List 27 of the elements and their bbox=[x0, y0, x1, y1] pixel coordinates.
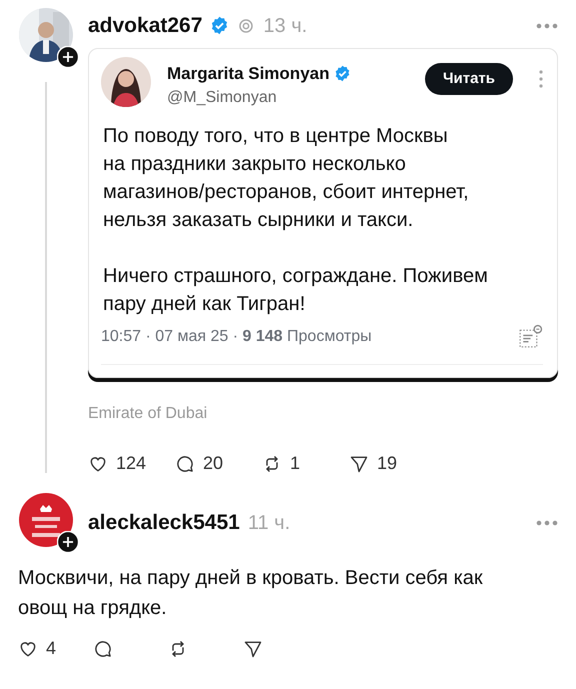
tweet-paragraph: По поводу того, что в центре Москвы на праздники закрыто несколько магазинов/ресторанов, сбоит интернет, нельзя заказать сырники и такси. bbox=[103, 124, 470, 233]
username[interactable]: aleckaleck5451 bbox=[88, 507, 240, 538]
reply-button[interactable]: 20 bbox=[175, 450, 262, 477]
post-time: 13 ч. bbox=[263, 14, 308, 39]
repost-button[interactable]: 1 bbox=[262, 450, 349, 477]
like-button[interactable]: 124 bbox=[88, 450, 175, 477]
location-text: Emirate of Dubai bbox=[88, 404, 208, 424]
ring-icon bbox=[237, 16, 256, 35]
share-icon bbox=[243, 638, 263, 658]
post-text: Москвичи, на пару дней в кровать. Вести себя как овощ на грядке. bbox=[18, 566, 484, 621]
like-button[interactable]: 4 bbox=[18, 635, 93, 662]
follow-button[interactable]: Читать bbox=[424, 62, 513, 95]
reply-icon bbox=[175, 454, 195, 474]
more-icon[interactable] bbox=[536, 22, 558, 29]
more-icon[interactable] bbox=[536, 520, 558, 526]
tweet-meta: 10:57 · 07 мая 25 · 9 148 Просмотры bbox=[101, 327, 372, 347]
follow-icon[interactable] bbox=[57, 46, 79, 68]
author-name: Margarita Simonyan bbox=[167, 62, 330, 85]
post-time: 11 ч. bbox=[248, 510, 290, 536]
reply-icon bbox=[93, 638, 113, 658]
share-icon bbox=[349, 454, 369, 474]
tweet-paragraph: Ничего страшного, сограждане. Поживем пару дней как Тигран! bbox=[103, 264, 489, 317]
username[interactable]: advokat267 bbox=[88, 10, 202, 42]
follow-icon[interactable] bbox=[57, 531, 79, 553]
author-handle: @M_Simonyan bbox=[167, 88, 278, 108]
share-button[interactable]: 19 bbox=[349, 450, 436, 477]
notes-icon[interactable] bbox=[517, 324, 543, 350]
